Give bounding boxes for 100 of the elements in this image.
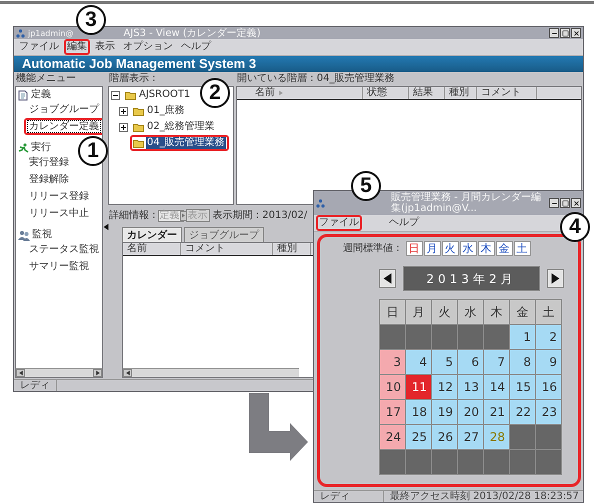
menu-link[interactable]: ジョブグループ (27, 103, 101, 116)
maximize-button[interactable] (560, 28, 570, 38)
day-cell[interactable]: 8 (510, 350, 535, 374)
people-icon (18, 230, 30, 240)
group-label: 定義 (31, 89, 51, 101)
runner-icon (18, 142, 29, 154)
maximize-icon (562, 30, 568, 36)
weekday-button[interactable]: 月 (424, 241, 441, 256)
day-cell[interactable]: 14 (484, 375, 509, 399)
day-cell[interactable]: 21 (484, 400, 509, 424)
scroll-right-icon (94, 370, 100, 376)
day-cell[interactable]: 2 (536, 325, 561, 349)
day-cell[interactable]: 4 (406, 350, 431, 374)
day-cell[interactable]: 6 (458, 350, 483, 374)
menu-link[interactable]: 実行登録 (27, 156, 71, 169)
day-cell[interactable]: 20 (458, 400, 483, 424)
document-icon (18, 90, 29, 100)
close-button[interactable] (571, 28, 581, 38)
menu-item[interactable]: ファイル (319, 217, 359, 229)
menu-item[interactable]: ヘルプ (389, 217, 419, 229)
scrollbar[interactable] (16, 368, 102, 377)
weekday-header: 水 (458, 300, 483, 324)
minimize-button[interactable] (549, 28, 559, 38)
menu-link[interactable]: ステータス監視 (27, 243, 101, 256)
previous-month-button[interactable] (379, 269, 396, 288)
collapse-arrow-icon (102, 223, 110, 231)
close-button[interactable] (571, 198, 581, 208)
day-cell[interactable]: 22 (510, 400, 535, 424)
column-header[interactable]: 名前 (251, 87, 363, 99)
folder-icon (133, 106, 144, 116)
day-cell[interactable]: 1 (510, 325, 535, 349)
day-cell[interactable]: 19 (432, 400, 457, 424)
column-header[interactable]: 状態 (363, 87, 409, 99)
minimize-button[interactable] (549, 198, 559, 208)
menu-link[interactable]: リリース登録 (27, 190, 91, 203)
weekday-button[interactable]: 土 (514, 241, 531, 256)
menu-item[interactable]: 表示 (95, 41, 115, 53)
day-cell[interactable]: 15 (510, 375, 535, 399)
status-text: 最終アクセス時刻 2013/02/28 18:23:57 (384, 491, 583, 502)
day-cell[interactable]: 17 (380, 400, 405, 424)
tab[interactable]: カレンダー (122, 227, 182, 242)
folder-icon (125, 90, 136, 100)
day-cell[interactable]: 24 (380, 425, 405, 449)
day-cell[interactable]: 27 (458, 425, 483, 449)
right-arrow-icon (549, 272, 562, 285)
menu-link[interactable]: リリース中止 (27, 207, 91, 220)
tab[interactable]: ジョブグループ (184, 227, 264, 242)
weekday-button[interactable]: 金 (496, 241, 513, 256)
dropdown-icon (180, 213, 186, 218)
next-month-button[interactable] (547, 269, 564, 288)
day-cell[interactable]: 26 (432, 425, 457, 449)
weekday-button[interactable]: 木 (478, 241, 495, 256)
menu-item[interactable]: ヘルプ (181, 41, 211, 53)
menu-link[interactable]: サマリー監視 (27, 260, 91, 273)
column-header[interactable]: 種別 (445, 87, 477, 99)
column-header[interactable]: 名前 (123, 243, 181, 255)
day-cell[interactable]: 12 (432, 375, 457, 399)
weekday-header: 火 (432, 300, 457, 324)
column-header[interactable]: 種別 (273, 243, 311, 255)
weekday-button[interactable]: 火 (442, 241, 459, 256)
tree-item[interactable]: AJSROOT1 (138, 89, 192, 101)
column-header[interactable]: コメント (477, 87, 537, 99)
collapse-icon[interactable] (111, 90, 120, 100)
menu-link[interactable]: カレンダー定義 (27, 120, 101, 133)
column-header[interactable]: 結果 (409, 87, 445, 99)
tree-item[interactable]: 02_総務管理業 (146, 121, 216, 133)
field-label: 週間標準値 : (342, 242, 400, 254)
day-cell[interactable]: 10 (380, 375, 405, 399)
column-header[interactable]: コメント (181, 243, 273, 255)
sort-icon (278, 90, 284, 96)
status-text: レディ (314, 491, 384, 502)
day-cell[interactable]: 3 (380, 350, 405, 374)
day-cell[interactable]: 9 (536, 350, 561, 374)
menu-item[interactable]: 編集 (67, 41, 87, 53)
expand-icon[interactable] (119, 122, 128, 132)
maximize-button[interactable] (560, 198, 570, 208)
tree-item[interactable]: 04_販売管理業務 (146, 137, 226, 149)
day-cell[interactable]: 7 (484, 350, 509, 374)
panel-title: 機能メニュー (15, 73, 76, 86)
day-cell[interactable]: 11 (406, 375, 431, 399)
weekday-header: 金 (510, 300, 535, 324)
day-cell[interactable]: 23 (536, 400, 561, 424)
scrollbar[interactable] (123, 368, 299, 377)
day-cell[interactable]: 16 (536, 375, 561, 399)
tree-item[interactable]: 01_庶務 (146, 105, 186, 117)
close-icon (572, 200, 580, 206)
weekday-header: 土 (536, 300, 561, 324)
weekday-button[interactable]: 水 (460, 241, 477, 256)
day-cell[interactable]: 5 (432, 350, 457, 374)
expand-icon[interactable] (119, 106, 128, 116)
day-cell[interactable]: 25 (406, 425, 431, 449)
menu-link[interactable]: 登録解除 (27, 173, 71, 186)
day-cell[interactable]: 18 (406, 400, 431, 424)
menu-item[interactable]: オプション (123, 41, 173, 53)
weekday-header: 月 (406, 300, 431, 324)
folder-icon (133, 138, 144, 148)
menu-item[interactable]: ファイル (19, 41, 59, 53)
day-cell[interactable]: 13 (458, 375, 483, 399)
pane-title: 階層表示 : (108, 73, 156, 86)
weekday-button[interactable]: 日 (406, 241, 423, 256)
